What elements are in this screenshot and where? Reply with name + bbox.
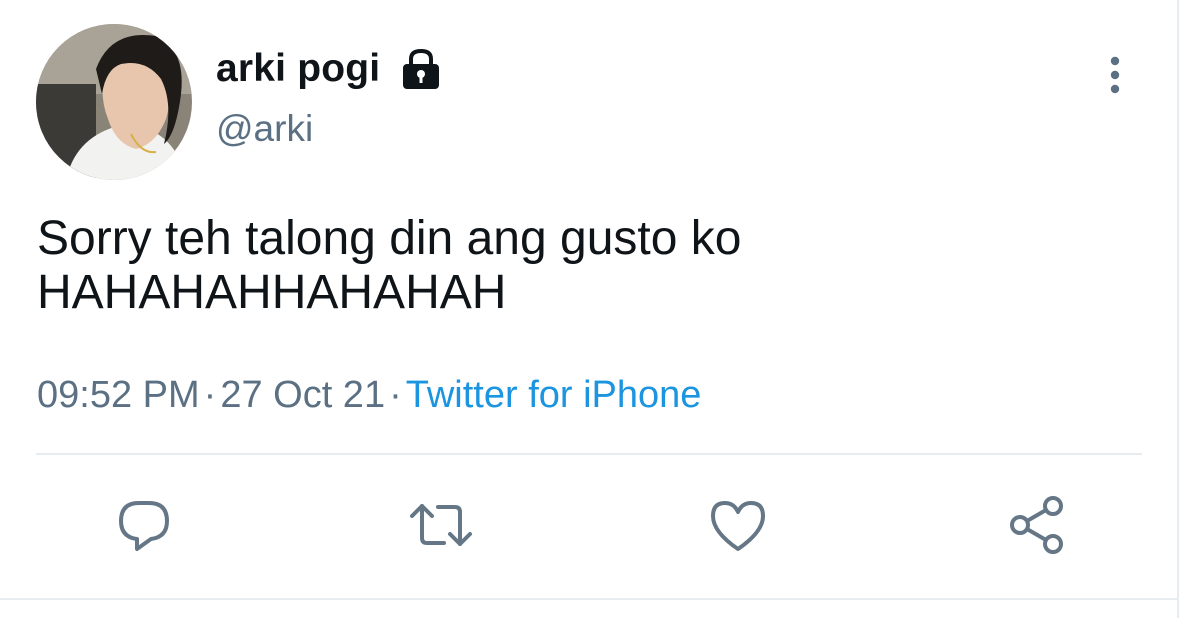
more-vertical-icon[interactable] bbox=[1100, 56, 1130, 94]
tweet-text: Sorry teh talong din ang gusto ko HAHAHA… bbox=[37, 212, 742, 319]
retweet-button[interactable] bbox=[406, 490, 476, 560]
divider bbox=[36, 453, 1142, 455]
bottom-divider bbox=[0, 598, 1179, 600]
tweet-date[interactable]: 27 Oct 21 bbox=[220, 374, 385, 416]
action-bar bbox=[0, 490, 1179, 560]
meta-separator: · bbox=[203, 374, 217, 416]
avatar[interactable] bbox=[36, 24, 192, 180]
tweet-time[interactable]: 09:52 PM bbox=[37, 374, 200, 416]
meta-separator: · bbox=[389, 374, 402, 416]
author-row: arki pogi bbox=[216, 44, 442, 94]
share-button[interactable] bbox=[1002, 490, 1072, 560]
reply-icon bbox=[119, 501, 169, 551]
user-handle[interactable]: @arki bbox=[216, 108, 313, 150]
share-icon bbox=[1010, 496, 1063, 554]
like-button[interactable] bbox=[703, 490, 773, 560]
tweet-source-link[interactable]: Twitter for iPhone bbox=[406, 374, 702, 416]
avatar-photo bbox=[36, 24, 192, 180]
heart-icon bbox=[711, 501, 765, 551]
tweet-metadata: 09:52 PM · 27 Oct 21 · Twitter for iPhone bbox=[37, 374, 701, 417]
lock-icon bbox=[400, 47, 442, 91]
display-name[interactable]: arki pogi bbox=[216, 47, 380, 91]
retweet-icon bbox=[410, 504, 472, 546]
reply-button[interactable] bbox=[109, 490, 179, 560]
